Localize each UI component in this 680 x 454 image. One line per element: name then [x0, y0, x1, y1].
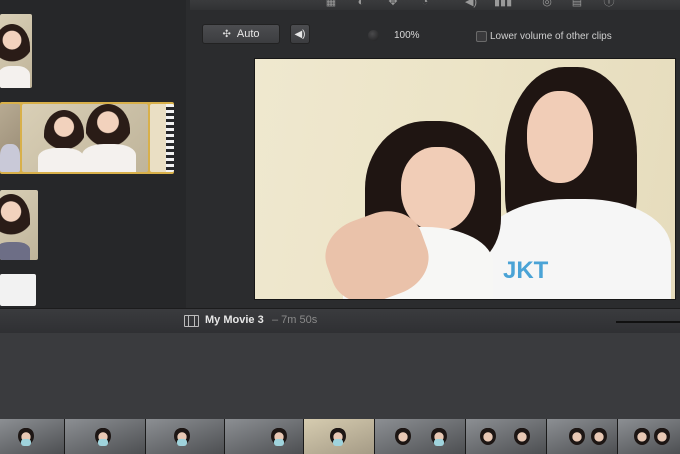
zoom-slider[interactable] — [616, 321, 680, 323]
info-icon[interactable]: ▤ — [570, 0, 584, 8]
project-title[interactable]: My Movie 3 — [205, 314, 264, 326]
clip-frame — [22, 104, 148, 172]
project-duration: – 7m 50s — [272, 314, 318, 326]
timeline-frame[interactable] — [65, 419, 146, 454]
auto-label: Auto — [236, 28, 260, 40]
shirt-logo: JKT — [503, 257, 549, 284]
selected-clip[interactable] — [0, 102, 174, 174]
speaker-icon: ◀) — [294, 28, 306, 40]
clip-thumbnail[interactable] — [0, 274, 36, 306]
speaker-icon[interactable]: ◀) — [464, 0, 478, 8]
timeline-frame[interactable] — [466, 419, 547, 454]
crop-icon[interactable]: ▦ — [324, 0, 338, 8]
video-viewer[interactable]: JKT — [254, 58, 676, 300]
lower-volume-checkbox[interactable] — [476, 31, 487, 42]
info-circle-icon[interactable]: ⓘ — [602, 0, 616, 8]
clip-thumbnail[interactable] — [0, 14, 32, 88]
top-toolbar: ▦ ◐ ✥ ◔ ◀) ▮▮▮ ◎ ▤ ⓘ — [190, 0, 680, 10]
clip-thumbnail[interactable] — [0, 190, 38, 260]
volume-percent: 100% — [394, 30, 420, 41]
timeline-frame[interactable] — [304, 419, 375, 454]
timeline-frame[interactable] — [618, 419, 680, 454]
timeline-frame[interactable] — [146, 419, 225, 454]
project-bar: My Movie 3 – 7m 50s — [0, 308, 680, 334]
film-strip-icon — [184, 315, 199, 327]
timeline-area[interactable] — [0, 333, 680, 421]
volume-button[interactable]: ◀) — [290, 24, 310, 44]
filter-icon[interactable]: ◎ — [540, 0, 554, 8]
speed-icon[interactable]: ◔ — [418, 0, 432, 8]
color-icon[interactable]: ◐ — [354, 0, 368, 8]
timeline-frame[interactable] — [225, 419, 304, 454]
timeline-frame[interactable] — [547, 419, 618, 454]
auto-enhance-button[interactable]: ✣ Auto — [202, 24, 280, 44]
timeline-clip-strip[interactable] — [0, 419, 680, 454]
event-browser — [0, 0, 186, 310]
timeline-frame[interactable] — [0, 419, 65, 454]
volume-slider[interactable] — [368, 30, 379, 41]
magic-wand-icon: ✣ — [222, 28, 231, 40]
lower-volume-label: Lower volume of other clips — [490, 31, 612, 42]
stabilize-icon[interactable]: ✥ — [386, 0, 400, 8]
noise-icon[interactable]: ▮▮▮ — [494, 0, 512, 8]
timeline-frame[interactable] — [375, 419, 466, 454]
